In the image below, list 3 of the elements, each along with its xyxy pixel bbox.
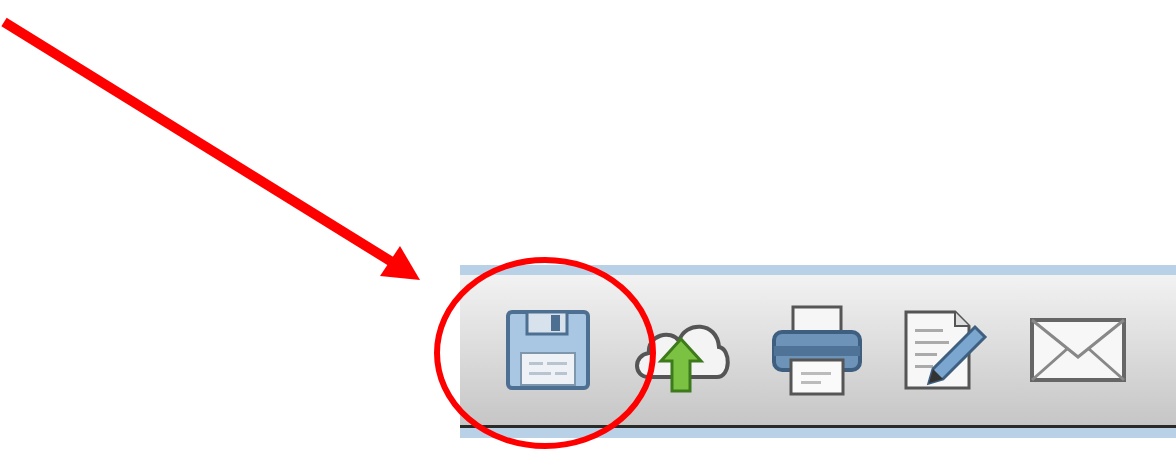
envelope-icon[interactable] xyxy=(1029,317,1127,383)
printer-icon[interactable] xyxy=(771,304,863,396)
document-pen-icon[interactable] xyxy=(903,309,989,391)
